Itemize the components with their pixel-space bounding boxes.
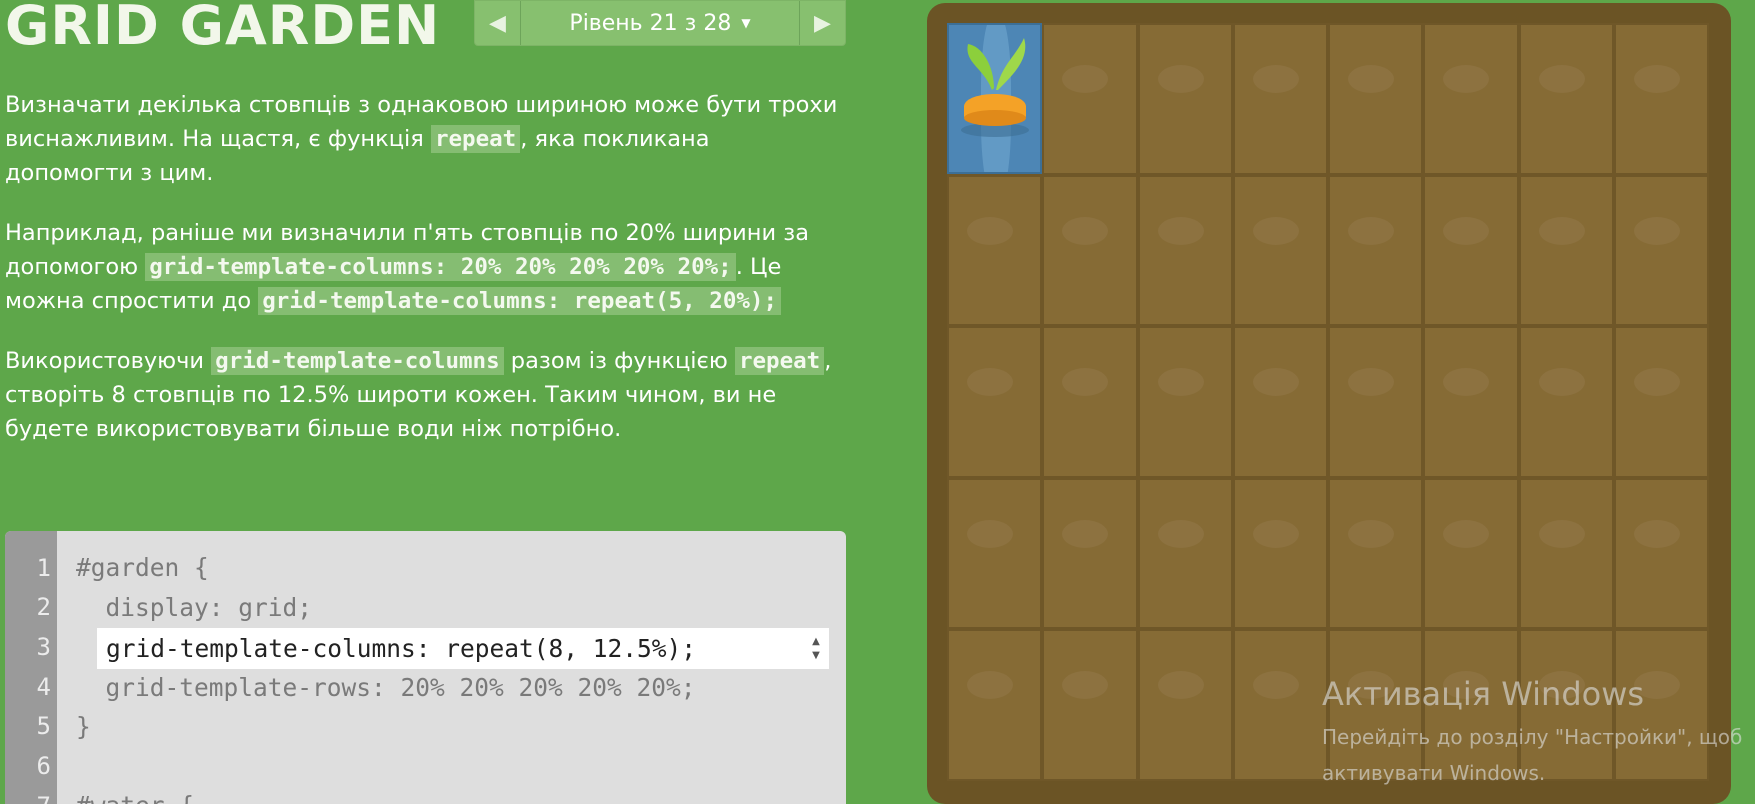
garden-cell [1232,477,1328,630]
line-number-gutter: 1 2 3 4 5 6 7 [5,531,57,804]
garden-cell [1137,629,1233,781]
arrow-down-icon[interactable]: ▼ [812,649,820,663]
css-answer-input[interactable] [97,628,829,669]
garden-cell [1042,326,1138,478]
garden-cell [1423,23,1519,175]
arrow-up-icon[interactable]: ▲ [812,635,820,649]
line-number: 6 [36,752,51,780]
code-snippet: grid-template-columns [211,347,504,375]
garden-cell [1518,174,1614,327]
garden-grid [947,23,1709,781]
garden-cell [1423,477,1519,630]
garden-cell [1328,23,1424,175]
line-number: 2 [36,593,51,621]
caret-down-icon: ▼ [741,16,751,30]
windows-activation-watermark: Активація Windows Перейдіть до розділу "… [1322,669,1755,791]
next-level-button[interactable]: ▶ [799,1,845,45]
line-number: 7 [5,792,51,804]
triangle-right-icon: ▶ [814,10,831,36]
garden-cell [1137,326,1233,478]
line-number: 1 [36,554,51,582]
garden-cell [1518,23,1614,175]
previous-level-button[interactable]: ◀ [475,1,521,45]
game-title: GRID GARDEN [5,0,441,57]
carrot-sprout-icon [961,38,1029,137]
line-stepper[interactable]: ▲ ▼ [806,631,826,667]
line-number: 3 [36,633,51,661]
garden-cell [1042,477,1138,630]
code-snippet: repeat [734,347,825,375]
triangle-left-icon: ◀ [489,10,506,36]
code-line-2: display: grid; [76,593,313,622]
garden-cell [947,629,1043,781]
instruction-paragraph-1: Визначати декілька стовпців з однаковою … [5,92,838,186]
instruction-paragraph-3: Використовуючи grid-template-columns раз… [5,347,832,442]
garden-cell [1232,174,1328,327]
garden-cell [1137,23,1233,175]
garden-cell [1042,629,1138,781]
code-snippet: grid-template-columns: repeat(5, 20%); [258,287,782,315]
garden-cell [947,326,1043,478]
level-label: Рівень 21 з 28 [569,10,732,36]
garden-cell [1328,326,1424,478]
garden-cell [1613,326,1709,478]
garden-cell [1232,23,1328,175]
watermark-line-2: активувати Windows. [1322,761,1546,785]
code-snippet: repeat [430,125,521,153]
garden-cell [1423,174,1519,327]
garden-cell [1232,629,1328,781]
instruction-paragraph-2: Наприклад, раніше ми визначили п'ять сто… [5,220,810,315]
code-line-4: grid-template-rows: 20% 20% 20% 20% 20%; [76,673,696,702]
line-number: 5 [36,712,51,740]
code-line-1: #garden { [76,553,209,582]
garden-cell [1613,23,1709,175]
garden-cell [1328,477,1424,630]
code-line-7: #water { [76,791,194,804]
garden-cell [1137,477,1233,630]
line-number: 4 [36,673,51,701]
garden-cell [1518,326,1614,478]
garden-cell [1328,174,1424,327]
watermark-line-1: Перейдіть до розділу "Настройки", щоб [1322,725,1743,749]
code-line-5: } [76,712,91,741]
level-navigation: ◀ Рівень 21 з 28 ▼ ▶ [474,0,846,46]
garden-cell [1423,326,1519,478]
garden-cell [1613,174,1709,327]
garden-cell [1613,477,1709,630]
garden-cell [947,477,1043,630]
garden-cell [1518,477,1614,630]
instructions: Визначати декілька стовпців з однаковою … [5,88,843,472]
garden-cell [1042,23,1138,175]
watermark-title: Активація Windows [1322,675,1645,713]
code-snippet: grid-template-columns: 20% 20% 20% 20% 2… [145,253,736,281]
garden-cell [1232,326,1328,478]
level-indicator-dropdown[interactable]: Рівень 21 з 28 ▼ [521,1,799,45]
garden-cell [1042,174,1138,327]
garden-cell [947,174,1043,327]
garden-cell [1137,174,1233,327]
